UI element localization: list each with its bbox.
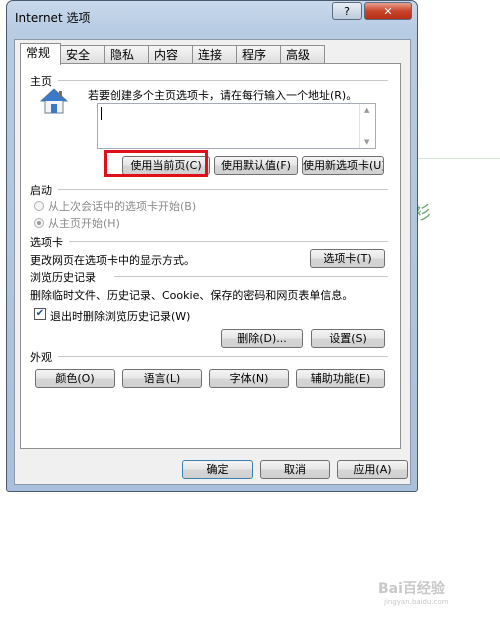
dialog-body: 常规 安全 隐私 内容 连接 程序 高级 主页 若要创建多个主页选项卡，请在每行… bbox=[14, 39, 411, 485]
ok-button[interactable]: 确定 bbox=[182, 460, 253, 479]
startup-last-session-label: 从上次会话中的选项卡开始(B) bbox=[48, 200, 197, 213]
fonts-button[interactable]: 字体(N) bbox=[209, 369, 289, 388]
cancel-button[interactable]: 取消 bbox=[260, 460, 330, 479]
tab-advanced[interactable]: 高级 bbox=[280, 45, 325, 64]
use-new-tab-button[interactable]: 使用新选项卡(U) bbox=[302, 156, 384, 175]
tab-privacy[interactable]: 隐私 bbox=[104, 45, 149, 64]
tab-security[interactable]: 安全 bbox=[60, 45, 105, 64]
title-bar[interactable]: Internet 选项 ? ✕ bbox=[7, 1, 417, 31]
internet-options-window: Internet 选项 ? ✕ 常规 安全 隐私 内容 连接 程序 高级 主页 bbox=[6, 0, 418, 492]
tabs-settings-button[interactable]: 选项卡(T) bbox=[310, 249, 385, 268]
house-icon bbox=[39, 86, 69, 116]
startup-heading: 启动 bbox=[30, 184, 52, 197]
home-description: 若要创建多个主页选项卡，请在每行输入一个地址(R)。 bbox=[88, 89, 358, 102]
history-heading: 浏览历史记录 bbox=[30, 271, 96, 284]
text-caret bbox=[101, 107, 102, 120]
tabs-description: 更改网页在选项卡中的显示方式。 bbox=[30, 254, 195, 267]
apply-button[interactable]: 应用(A) bbox=[337, 460, 408, 479]
startup-divider bbox=[58, 189, 388, 190]
use-default-button[interactable]: 使用默认值(F) bbox=[214, 156, 298, 175]
tabs-divider bbox=[69, 241, 388, 242]
history-description: 删除临时文件、历史记录、Cookie、保存的密码和网页表单信息。 bbox=[30, 289, 354, 302]
languages-button[interactable]: 语言(L) bbox=[122, 369, 202, 388]
startup-last-session-radio[interactable] bbox=[34, 201, 44, 211]
close-button[interactable]: ✕ bbox=[364, 2, 412, 20]
window-title: Internet 选项 bbox=[15, 11, 91, 25]
tab-programs[interactable]: 程序 bbox=[236, 45, 281, 64]
help-button[interactable]: ? bbox=[332, 2, 362, 20]
tabs-heading: 选项卡 bbox=[30, 236, 63, 249]
home-page-textarea[interactable]: ▲ ▼ bbox=[97, 103, 376, 149]
history-settings-button[interactable]: 设置(S) bbox=[311, 329, 385, 348]
startup-home-radio[interactable] bbox=[34, 218, 44, 228]
background-divider bbox=[418, 158, 500, 159]
accessibility-button[interactable]: 辅助功能(E) bbox=[296, 369, 385, 388]
history-divider bbox=[114, 276, 388, 277]
home-divider bbox=[58, 80, 388, 81]
scroll-up-icon[interactable]: ▲ bbox=[364, 106, 369, 114]
colors-button[interactable]: 颜色(O) bbox=[35, 369, 115, 388]
delete-on-exit-checkbox[interactable]: ✔ bbox=[34, 308, 46, 320]
startup-home-label: 从主页开始(H) bbox=[48, 217, 120, 230]
scroll-down-icon[interactable]: ▼ bbox=[364, 138, 369, 146]
delete-history-button[interactable]: 删除(D)... bbox=[221, 329, 303, 348]
tab-general[interactable]: 常规 bbox=[20, 43, 61, 65]
delete-on-exit-label: 退出时删除浏览历史记录(W) bbox=[50, 310, 191, 323]
appearance-heading: 外观 bbox=[30, 351, 52, 364]
watermark-url: jingyan.baidu.com bbox=[384, 598, 449, 606]
textarea-scrollbar[interactable]: ▲ ▼ bbox=[359, 104, 375, 148]
appearance-divider bbox=[58, 356, 388, 357]
tab-connections[interactable]: 连接 bbox=[192, 45, 237, 64]
watermark-logo: Bai百经验 bbox=[378, 581, 445, 597]
general-tab-panel: 主页 若要创建多个主页选项卡，请在每行输入一个地址(R)。 ▲ ▼ 使用当前页(… bbox=[20, 63, 401, 449]
tab-content[interactable]: 内容 bbox=[148, 45, 193, 64]
highlight-box bbox=[104, 150, 208, 177]
